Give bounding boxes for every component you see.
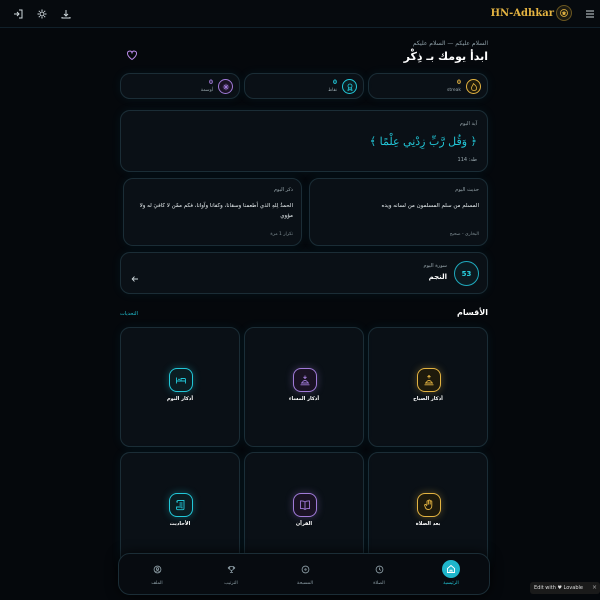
surah-card[interactable]: 53 سورة اليوم النجم [120, 252, 488, 294]
category-label: أذكار الصباح [413, 396, 443, 402]
verse-text: ﴿ وَقُل رَّبِّ زِدْنِي عِلْمًا ﴾ [369, 135, 477, 148]
close-icon[interactable]: × [592, 584, 597, 591]
dhikr-heading: ذكر اليوم [273, 187, 293, 193]
bottom-nav: الرئيسية الصلاة المسبحة الترتيب الملف [118, 553, 490, 595]
hadith-source: البخاري - صحيح [449, 232, 479, 237]
stat-badges: 0 أوسمة [120, 73, 240, 99]
badge-text: Edit with ♥ Lovable [534, 585, 583, 591]
category-label: القرآن [295, 521, 313, 527]
bed-icon [169, 368, 193, 392]
arrow-left-icon[interactable] [129, 268, 139, 282]
sunrise-icon [417, 368, 441, 392]
nav-label: الرئيسية [443, 581, 459, 586]
verse-reference: طه: 114 [457, 157, 477, 163]
stat-value: 0 [456, 79, 461, 86]
verse-heading: آية اليوم [459, 121, 477, 127]
nav-profile[interactable]: الملف [137, 560, 177, 590]
dhikr-repeat: تكرار 1 مرة [270, 232, 293, 237]
stat-points: 0 نقاط [244, 73, 364, 99]
category-label: أذكار المساء [288, 396, 320, 402]
flame-icon [466, 79, 481, 94]
stat-value: 0 [208, 79, 213, 86]
user-icon [148, 560, 166, 578]
category-label: أذكار النوم [166, 396, 194, 402]
category-morning[interactable]: أذكار الصباح [368, 327, 488, 447]
nav-label: المسبحة [297, 581, 313, 586]
nav-tasbih[interactable]: المسبحة [285, 560, 325, 590]
greeting-subtitle: السلام عليكم — السلام عليكم [412, 40, 488, 47]
scroll-icon [169, 493, 193, 517]
download-icon[interactable] [58, 6, 74, 22]
trophy-icon [222, 560, 240, 578]
stat-label: أوسمة [200, 88, 213, 93]
star-icon [342, 79, 357, 94]
hadith-card[interactable]: حديث اليوم المسلم من سلم المسلمون من لسا… [309, 178, 488, 246]
brand-title: HN-Adhkar [490, 8, 554, 19]
stat-label: نقاط [327, 88, 337, 93]
sparkle-icon [218, 79, 233, 94]
stat-label: streak [447, 88, 461, 93]
stat-streak: 0 streak [368, 73, 488, 99]
category-label: بعد الصلاة [415, 521, 441, 527]
hadith-heading: حديث اليوم [455, 187, 479, 193]
nav-ranking[interactable]: الترتيب [211, 560, 251, 590]
category-label: الأحاديث [169, 521, 191, 527]
nav-label: الترتيب [224, 581, 238, 586]
login-icon[interactable] [10, 6, 26, 22]
sections-title: الأقسام [457, 308, 488, 317]
heart-icon[interactable] [124, 46, 138, 61]
sun-icon[interactable] [34, 6, 50, 22]
menu-icon[interactable] [582, 6, 598, 22]
surah-heading: سورة اليوم [423, 263, 448, 269]
nav-label: الصلاة [373, 581, 385, 586]
nav-prayer[interactable]: الصلاة [359, 560, 399, 590]
edit-with-lovable-badge[interactable]: Edit with ♥ Lovable × [530, 582, 600, 594]
nav-label: الملف [151, 581, 163, 586]
nav-home[interactable]: الرئيسية [431, 560, 471, 590]
book-icon [293, 493, 317, 517]
circle-icon [296, 560, 314, 578]
dhikr-text: الحمدُ لِلهِ الذي أطعمنا وسقانا، وكفانا … [139, 203, 293, 219]
challenges-link[interactable]: التحديات [120, 311, 138, 317]
hand-icon [417, 493, 441, 517]
top-bar: HN-Adhkar [0, 0, 600, 28]
brand-logo-icon [556, 5, 572, 21]
hadith-text: المسلم من سلم المسلمون من لسانه ويده [381, 203, 479, 209]
verse-card[interactable]: آية اليوم ﴿ وَقُل رَّبِّ زِدْنِي عِلْمًا… [120, 110, 488, 172]
surah-name: النجم [428, 273, 447, 281]
clock-icon [370, 560, 388, 578]
category-evening[interactable]: أذكار المساء [244, 327, 364, 447]
surah-number: 53 [454, 261, 479, 286]
dhikr-card[interactable]: ذكر اليوم الحمدُ لِلهِ الذي أطعمنا وسقان… [123, 178, 302, 246]
home-icon [442, 560, 460, 578]
stat-value: 0 [332, 79, 337, 86]
sunset-icon [293, 368, 317, 392]
category-sleep[interactable]: أذكار النوم [120, 327, 240, 447]
greeting-title: ابدأ يومك بـ ذِكْر [403, 50, 488, 63]
